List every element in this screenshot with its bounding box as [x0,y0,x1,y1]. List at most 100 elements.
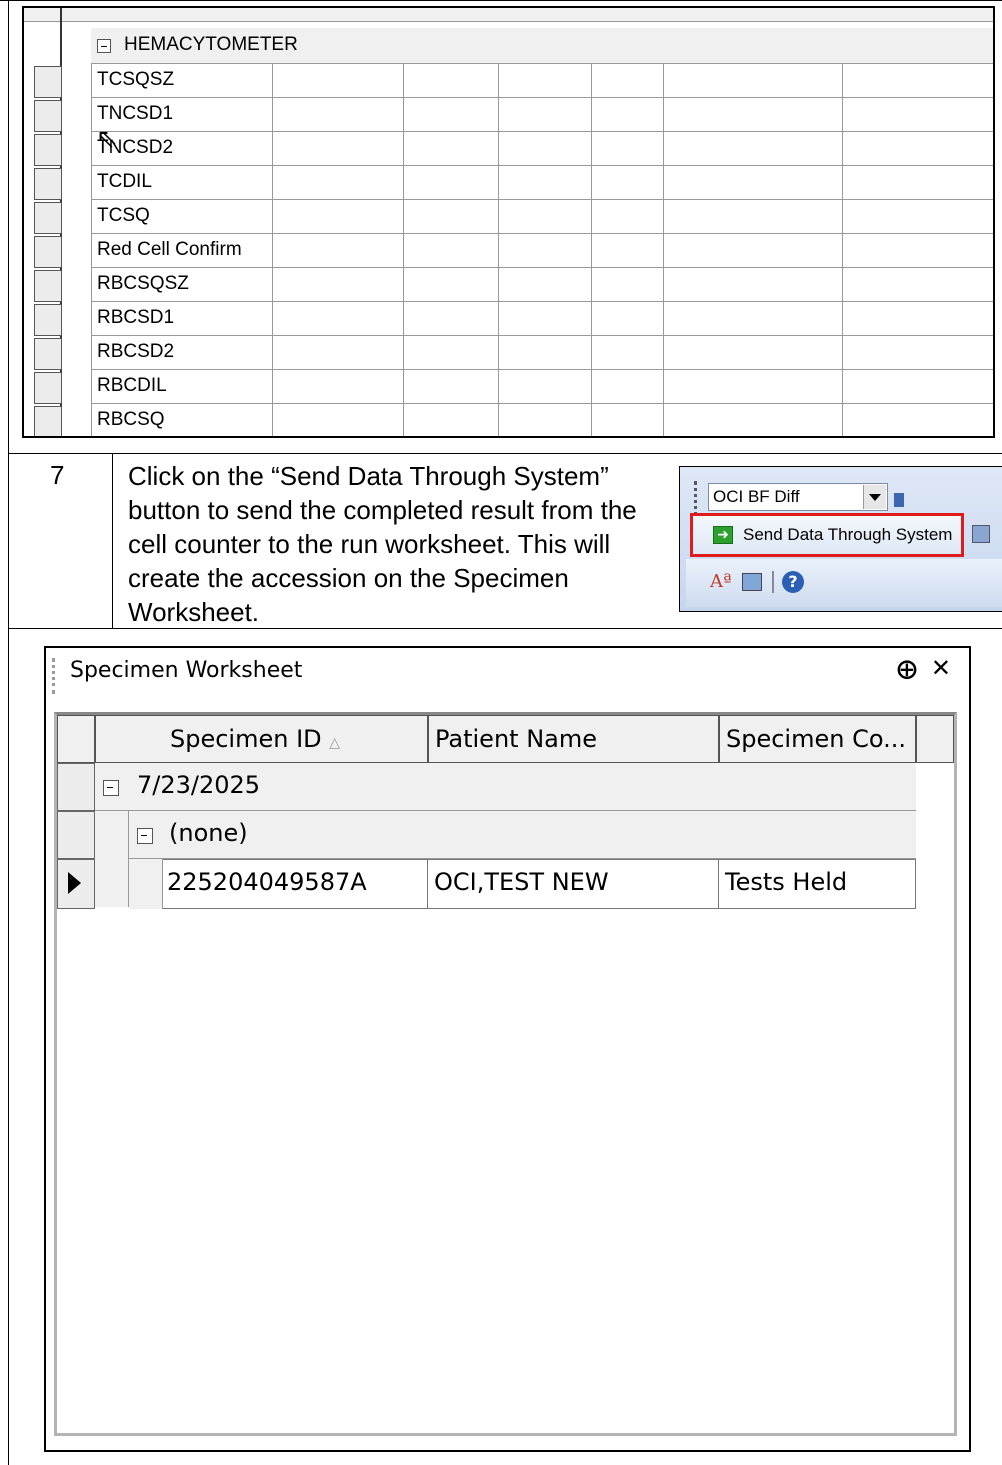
grid-value-cell[interactable] [273,200,404,234]
grid-value-cell[interactable] [592,370,664,404]
row-selector[interactable] [34,304,62,336]
group-row-none[interactable]: (none) [129,811,916,859]
group-row-hemacytometer[interactable]: HEMACYTOMETER [91,28,993,64]
group-row-date[interactable]: 7/23/2025 [95,763,916,811]
grid-value-cell[interactable] [843,404,993,436]
collapse-icon[interactable] [97,39,111,53]
grid-row-name-cell[interactable]: TCSQSZ [91,64,273,98]
row-selector[interactable] [34,168,62,200]
font-size-icon[interactable]: Aª [710,571,732,592]
row-selector[interactable] [34,236,62,268]
grid-value-cell[interactable] [273,98,404,132]
grid-value-cell[interactable] [843,336,993,370]
grid-value-cell[interactable] [664,64,843,98]
grid-value-cell[interactable] [843,234,993,268]
grid-value-cell[interactable] [664,166,843,200]
grid-value-cell[interactable] [664,336,843,370]
grid-row-name-cell[interactable]: TCDIL [91,166,273,200]
grid-value-cell[interactable] [592,336,664,370]
grid-value-cell[interactable] [404,200,499,234]
grid-value-cell[interactable] [592,200,664,234]
grid-value-cell[interactable] [273,166,404,200]
grid-value-cell[interactable] [499,370,592,404]
grid-value-cell[interactable] [592,98,664,132]
grid-value-cell[interactable] [273,336,404,370]
grid-value-cell[interactable] [404,166,499,200]
grid-value-cell[interactable] [843,98,993,132]
grid-value-cell[interactable] [843,132,993,166]
grid-value-cell[interactable] [843,64,993,98]
grid-value-cell[interactable] [843,166,993,200]
row-selector[interactable] [34,406,62,436]
grid-value-cell[interactable] [273,268,404,302]
grid-value-cell[interactable] [499,98,592,132]
grid-value-cell[interactable] [664,302,843,336]
grid-value-cell[interactable] [273,64,404,98]
cell-specimen-status[interactable]: Tests Held [719,859,916,909]
grid-row-name-cell[interactable]: TCSQ [91,200,273,234]
chevron-down-icon[interactable] [863,485,886,509]
grid-row-name-cell[interactable]: RBCSD1 [91,302,273,336]
collapse-icon[interactable] [137,828,153,844]
grid-row-name-cell[interactable]: TNCSD2 [91,132,273,166]
save-icon[interactable] [972,525,990,543]
grid-value-cell[interactable] [843,200,993,234]
pin-icon[interactable]: ⨁ [897,656,917,680]
grid-value-cell[interactable] [404,336,499,370]
row-selector[interactable] [34,202,62,234]
cell-specimen-id[interactable]: 225204049587A [163,859,428,909]
grid-value-cell[interactable] [499,64,592,98]
row-selector-current[interactable] [57,859,95,909]
grid-value-cell[interactable] [404,268,499,302]
grid-value-cell[interactable] [499,200,592,234]
grid-value-cell[interactable] [273,132,404,166]
row-selector[interactable] [34,338,62,370]
grid-value-cell[interactable] [273,370,404,404]
row-selector[interactable] [34,134,62,166]
grid-value-cell[interactable] [499,336,592,370]
grid-value-cell[interactable] [664,370,843,404]
grid-value-cell[interactable] [664,404,843,436]
grid-value-cell[interactable] [499,268,592,302]
grid-value-cell[interactable] [592,268,664,302]
grid-value-cell[interactable] [843,370,993,404]
grid-row-name-cell[interactable]: RBCSQSZ [91,268,273,302]
grid-value-cell[interactable] [664,268,843,302]
grid-value-cell[interactable] [664,200,843,234]
row-selector[interactable] [57,763,95,811]
grid-value-cell[interactable] [499,132,592,166]
grid-value-cell[interactable] [404,132,499,166]
grid-row-name-cell[interactable]: Red Cell Confirm [91,234,273,268]
row-selector[interactable] [57,811,95,859]
grid-value-cell[interactable] [273,404,404,436]
grid-value-cell[interactable] [843,302,993,336]
close-icon[interactable]: ✕ [931,654,951,682]
grid-value-cell[interactable] [499,302,592,336]
export-icon[interactable] [742,573,762,591]
row-selector[interactable] [34,372,62,404]
grid-value-cell[interactable] [404,404,499,436]
grid-value-cell[interactable] [664,98,843,132]
column-header-specimen-comment[interactable]: Specimen Co... [719,715,916,763]
row-selector[interactable] [34,66,62,98]
grid-value-cell[interactable] [273,234,404,268]
grid-value-cell[interactable] [499,404,592,436]
grid-value-cell[interactable] [592,234,664,268]
grid-value-cell[interactable] [404,302,499,336]
grid-value-cell[interactable] [592,166,664,200]
grid-value-cell[interactable] [664,132,843,166]
grid-value-cell[interactable] [664,234,843,268]
grid-value-cell[interactable] [404,370,499,404]
grid-row-name-cell[interactable]: RBCSD2 [91,336,273,370]
row-selector[interactable] [34,270,62,302]
grid-value-cell[interactable] [273,302,404,336]
profile-dropdown[interactable]: OCI BF Diff [708,483,888,511]
grid-row-name-cell[interactable]: RBCSQ [91,404,273,436]
grid-value-cell[interactable] [404,64,499,98]
grid-value-cell[interactable] [592,404,664,436]
grid-value-cell[interactable] [592,64,664,98]
cell-patient-name[interactable]: OCI,TEST NEW [428,859,719,909]
grid-value-cell[interactable] [592,302,664,336]
column-header-specimen-id[interactable]: Specimen ID △ [95,715,428,763]
grid-row-name-cell[interactable]: RBCDIL [91,370,273,404]
